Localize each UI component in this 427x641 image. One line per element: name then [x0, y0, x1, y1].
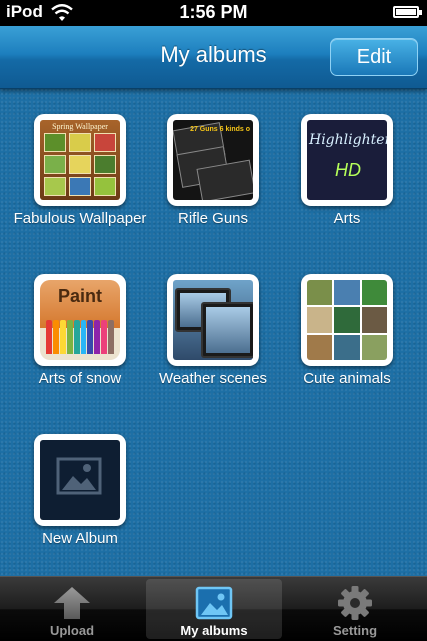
tab-label: Upload: [49, 623, 95, 638]
status-bar: iPod 1:56 PM: [0, 0, 427, 26]
album-cute-animals[interactable]: Cute animals: [277, 274, 417, 387]
album-thumbnail[interactable]: [167, 274, 259, 366]
image-placeholder-icon: [56, 457, 102, 495]
tab-my-albums[interactable]: My albums: [146, 579, 282, 639]
tab-setting[interactable]: Setting: [287, 579, 423, 639]
thumbnail-title: Spring Wallpaper: [52, 122, 108, 131]
album-arts[interactable]: Highlighter HD Arts: [277, 114, 417, 227]
thumbnail-title: 27 Guns 6 kinds o: [190, 126, 250, 133]
thumbnail-title: Paint: [57, 286, 102, 306]
album-label: Arts of snow: [38, 370, 122, 387]
album-weather-scenes[interactable]: Weather scenes: [143, 274, 283, 387]
album-thumbnail[interactable]: Paint: [34, 274, 126, 366]
gear-icon: [338, 586, 372, 620]
album-label: Weather scenes: [158, 370, 268, 387]
album-label: Fabulous Wallpaper: [13, 210, 147, 227]
album-arts-of-snow[interactable]: Paint Arts of snow: [10, 274, 150, 387]
album-thumbnail[interactable]: [301, 274, 393, 366]
album-fabulous-wallpaper[interactable]: Spring Wallpaper Fabulous Wallpaper: [10, 114, 150, 227]
album-label: Arts: [333, 210, 361, 227]
album-thumbnail[interactable]: Spring Wallpaper: [34, 114, 126, 206]
photo-album-icon: [195, 586, 233, 620]
tab-bar: Upload My albums Setting: [0, 576, 427, 641]
thumbnail-title: Highlighter: [309, 132, 387, 148]
upload-arrow-icon: [54, 587, 90, 619]
tab-label: My albums: [180, 623, 248, 638]
navigation-bar: My albums Edit: [0, 26, 427, 89]
album-thumbnail[interactable]: Highlighter HD: [301, 114, 393, 206]
album-label: Cute animals: [303, 370, 391, 387]
album-rifle-guns[interactable]: 27 Guns 6 kinds o Rifle Guns: [143, 114, 283, 227]
clock: 1:56 PM: [179, 2, 248, 22]
battery-icon: [393, 6, 422, 18]
album-grid: Spring Wallpaper Fabulous Wallpaper 27 G…: [0, 88, 427, 576]
tab-label: Setting: [332, 623, 378, 638]
album-thumbnail[interactable]: 27 Guns 6 kinds o: [167, 114, 259, 206]
album-label: New Album: [42, 530, 118, 547]
edit-button[interactable]: Edit: [330, 38, 418, 76]
tab-upload[interactable]: Upload: [4, 579, 140, 639]
album-label: Rifle Guns: [177, 210, 249, 227]
album-thumbnail[interactable]: [34, 434, 126, 526]
album-new-album[interactable]: New Album: [10, 434, 150, 547]
thumbnail-subtitle: HD: [335, 160, 361, 180]
